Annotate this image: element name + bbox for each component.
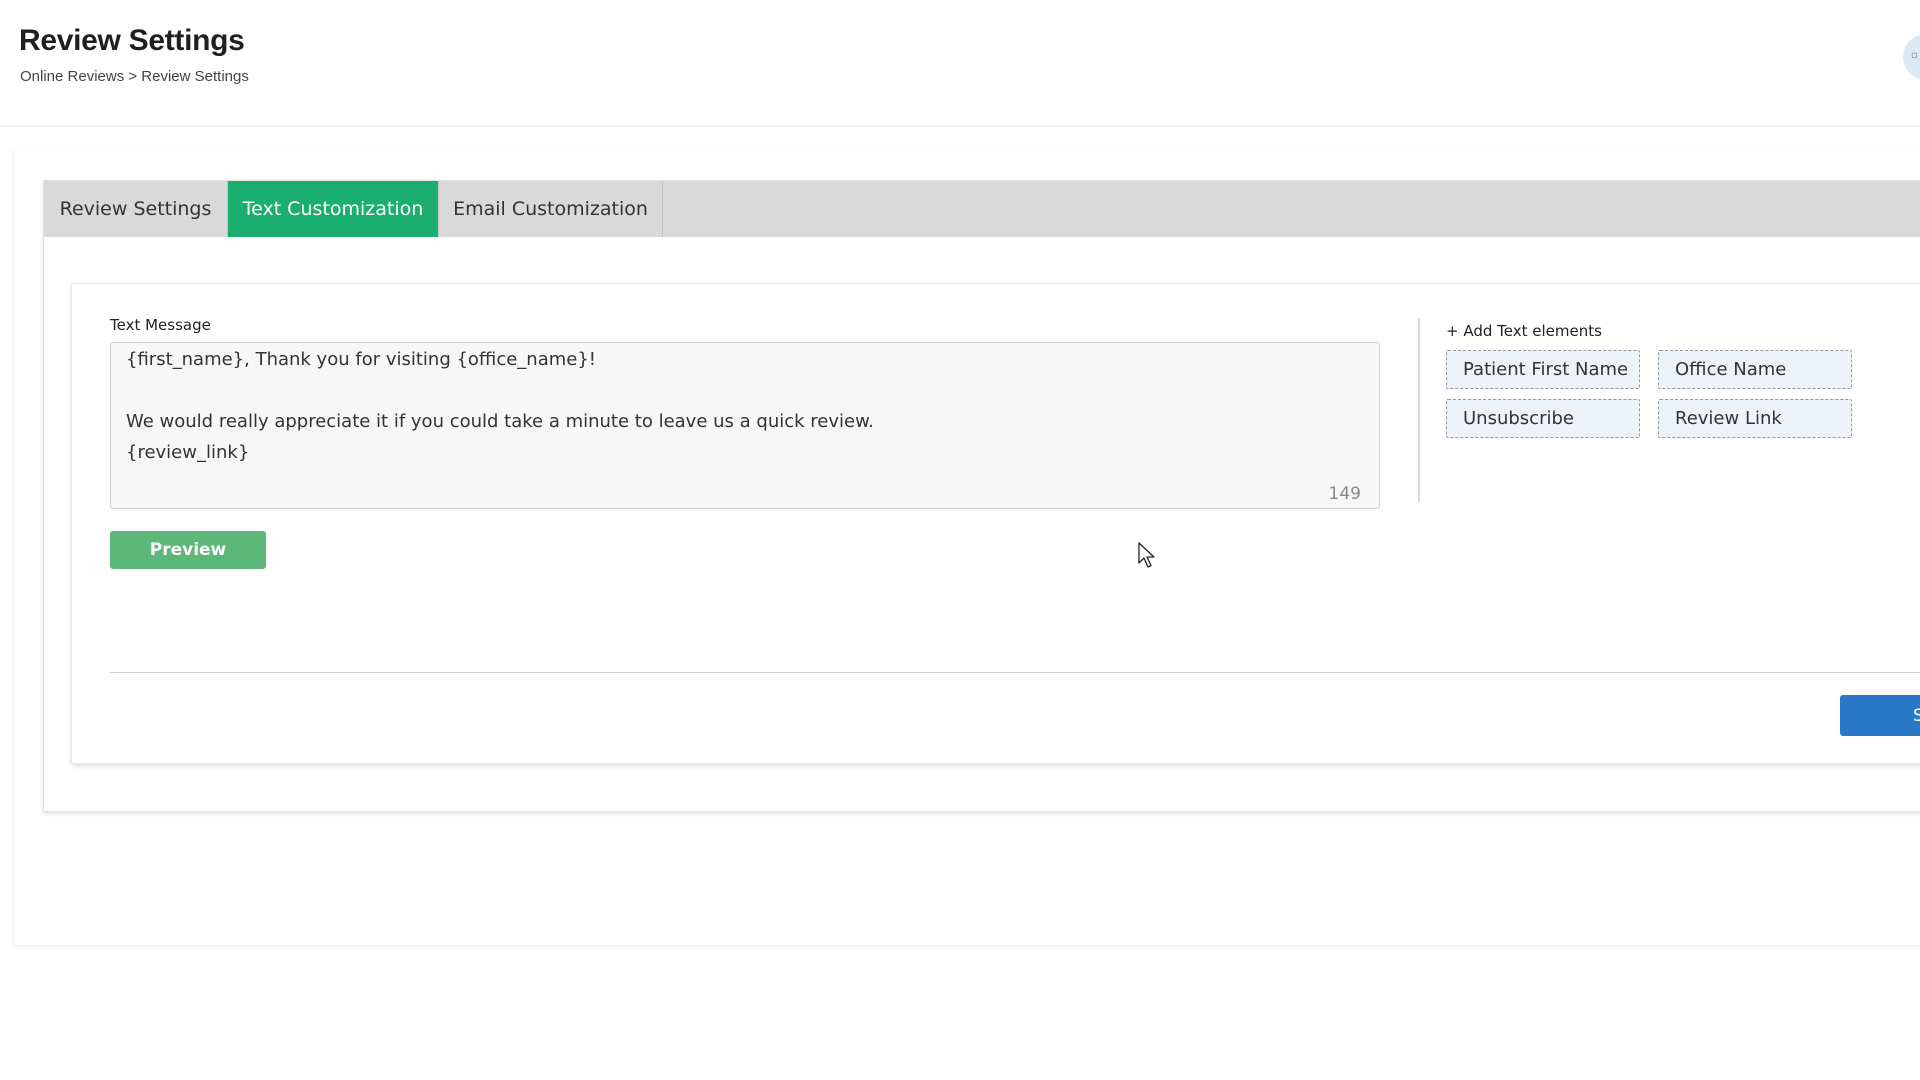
save-button[interactable]: S xyxy=(1840,695,1920,736)
top-header: Review Settings Online Reviews > Review … xyxy=(0,0,1920,127)
message-line: {first_name}, Thank you for visiting {of… xyxy=(126,349,597,370)
avatar[interactable]: ▫ xyxy=(1903,34,1920,80)
chip-review-link[interactable]: Review Link xyxy=(1658,399,1852,438)
tab-bar: Review Settings Text Customization Email… xyxy=(44,181,1920,237)
tab-review-settings[interactable]: Review Settings xyxy=(44,181,228,237)
text-message-textarea[interactable]: {first_name}, Thank you for visiting {of… xyxy=(110,342,1380,509)
preview-button[interactable]: Preview xyxy=(110,531,266,569)
tab-text-customization[interactable]: Text Customization xyxy=(228,181,439,237)
chip-unsubscribe[interactable]: Unsubscribe xyxy=(1446,399,1640,438)
tab-email-customization[interactable]: Email Customization xyxy=(439,181,663,237)
avatar-icon: ▫ xyxy=(1911,50,1918,61)
chip-patient-first-name[interactable]: Patient First Name xyxy=(1446,350,1640,389)
breadcrumb: Online Reviews > Review Settings xyxy=(20,68,249,85)
message-line: {review_link} xyxy=(126,442,250,463)
vertical-divider xyxy=(1418,318,1420,502)
text-message-label: Text Message xyxy=(110,316,211,334)
message-line: We would really appreciate it if you cou… xyxy=(126,411,874,432)
character-count: 149 xyxy=(1328,484,1361,504)
add-text-elements-label: + Add Text elements xyxy=(1446,322,1602,340)
chip-office-name[interactable]: Office Name xyxy=(1658,350,1852,389)
page-title: Review Settings xyxy=(19,24,245,57)
horizontal-divider xyxy=(110,672,1920,673)
